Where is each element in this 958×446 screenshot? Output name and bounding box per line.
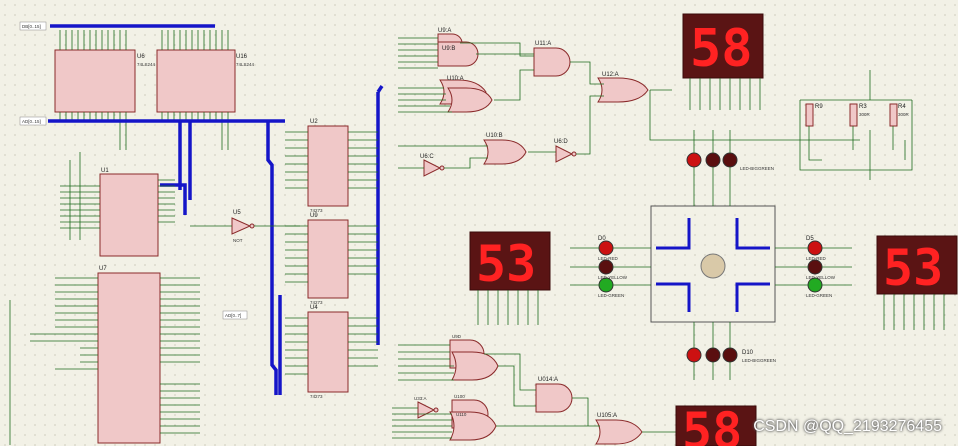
svg-text:LED-BIGGREEN: LED-BIGGREEN <box>740 166 774 171</box>
svg-text:AD[0..15]: AD[0..15] <box>22 119 41 124</box>
chip-u2[interactable]: U2 74273 <box>307 119 349 213</box>
net-ad7: AD[0..7] <box>222 310 248 320</box>
chip-u9[interactable]: U9 74273 <box>307 213 349 305</box>
gate-u33[interactable]: U33:A <box>414 396 439 419</box>
display-left: 53 <box>469 231 551 293</box>
svg-text:LED-GREEN: LED-GREEN <box>806 293 832 298</box>
gate-u9b[interactable]: U9:B <box>437 41 479 67</box>
svg-text:D5: D5 <box>806 236 814 242</box>
leds-north: LED-BIGGREEN <box>686 130 774 206</box>
gate-u10b[interactable]: U10:B <box>483 133 527 165</box>
resistor-block: R9 R3 R4 300R 300R <box>799 70 913 171</box>
svg-text:U33:A: U33:A <box>414 396 427 401</box>
svg-text:U4: U4 <box>310 305 318 311</box>
svg-text:U100: U100 <box>454 394 465 399</box>
schematic-canvas[interactable]: U6 74LS244 U16 74LS244 DB[0..15] AD[0..1… <box>0 0 958 446</box>
net-adr: AD[0..15] <box>19 116 47 126</box>
svg-text:U6:D: U6:D <box>554 139 568 145</box>
svg-text:AD[0..7]: AD[0..7] <box>225 313 241 318</box>
svg-text:300R: 300R <box>859 112 871 117</box>
chip-u16[interactable]: U16 74LS244 <box>156 49 255 113</box>
gate-u6d[interactable]: U6:D <box>554 139 577 163</box>
leds-west: D0 LED-RED LED-YELLOW LED-GREEN <box>570 236 651 298</box>
gate-u10a[interactable]: U10:A <box>439 76 493 113</box>
svg-text:LED-YELLOW: LED-YELLOW <box>598 275 628 280</box>
net-dbb: DB[0..15] <box>19 21 47 31</box>
gate-u105a[interactable]: U105:A <box>595 413 643 445</box>
display-right-value: 53 <box>883 239 943 297</box>
gate-lower-2[interactable] <box>451 351 499 381</box>
gate-u014a[interactable]: U014:A <box>535 377 573 413</box>
gate-u12a[interactable]: U12:A <box>597 72 649 103</box>
svg-text:U11:A: U11:A <box>535 41 551 47</box>
chip-u4[interactable]: U4 74273 <box>307 305 349 399</box>
display-top-pins <box>689 78 761 110</box>
gate-lower-4[interactable]: U110 <box>449 411 497 441</box>
svg-text:74273: 74273 <box>310 394 323 399</box>
chip-u6[interactable]: U6 74LS244 <box>54 49 156 113</box>
csdn-watermark: CSDN @QQ_2193276455 <box>753 418 942 435</box>
svg-text:DB[0..15]: DB[0..15] <box>22 24 41 29</box>
svg-text:U2: U2 <box>310 119 318 125</box>
display-top: 58 <box>682 13 764 79</box>
chip-u16-part: 74LS244 <box>236 62 255 67</box>
chip-u6-label: U6 <box>137 54 145 60</box>
svg-text:U014:A: U014:A <box>538 377 558 383</box>
chip-u1[interactable]: U1 <box>99 168 159 257</box>
svg-text:LED-RED: LED-RED <box>806 256 827 261</box>
chip-u6-part: 74LS244 <box>137 62 156 67</box>
svg-text:U5: U5 <box>233 210 241 216</box>
display-right-pins <box>883 294 945 330</box>
svg-text:U105:A: U105:A <box>597 413 617 419</box>
display-bottom-value: 58 <box>682 402 742 446</box>
svg-text:D0: D0 <box>598 236 606 242</box>
chip-u7[interactable]: U7 <box>97 266 161 444</box>
svg-text:R9: R9 <box>815 104 823 110</box>
intersection-box <box>650 205 776 323</box>
svg-text:LED-GREEN: LED-GREEN <box>598 293 624 298</box>
leds-south: D10 LED-BIGGREEN <box>686 322 776 380</box>
svg-text:U10:A: U10:A <box>447 76 464 82</box>
svg-text:U9D: U9D <box>452 334 462 339</box>
display-right: 53 <box>876 235 958 297</box>
chip-u16-label: U16 <box>236 54 248 60</box>
svg-text:R4: R4 <box>898 104 906 110</box>
svg-text:LED-RED: LED-RED <box>598 256 619 261</box>
svg-text:LED-YELLOW: LED-YELLOW <box>806 275 836 280</box>
chip-u7-label: U7 <box>99 266 107 272</box>
leds-east: D5 LED-RED LED-YELLOW LED-GREEN <box>775 236 852 298</box>
display-top-value: 58 <box>690 19 753 79</box>
gate-u6c[interactable]: U6:C <box>420 154 445 177</box>
svg-text:U9:B: U9:B <box>442 46 455 52</box>
display-left-value: 53 <box>476 235 536 293</box>
svg-text:300R: 300R <box>898 112 910 117</box>
svg-text:U9: U9 <box>310 213 318 219</box>
svg-text:U110: U110 <box>456 412 467 417</box>
svg-text:U10:B: U10:B <box>486 133 503 139</box>
svg-text:U9:A: U9:A <box>438 28 451 34</box>
svg-text:NOT: NOT <box>233 238 243 243</box>
display-left-pins <box>477 290 539 325</box>
gate-u5[interactable]: U5 NOT <box>231 210 255 243</box>
svg-text:U6:C: U6:C <box>420 154 434 160</box>
chip-u1-label: U1 <box>101 168 109 174</box>
svg-text:D10: D10 <box>742 350 754 356</box>
display-bottom: 58 <box>675 402 757 446</box>
svg-text:LED-BIGGREEN: LED-BIGGREEN <box>742 358 776 363</box>
svg-text:R3: R3 <box>859 104 867 110</box>
gate-u11a[interactable]: U11:A <box>533 41 571 77</box>
svg-text:U12:A: U12:A <box>602 72 619 78</box>
